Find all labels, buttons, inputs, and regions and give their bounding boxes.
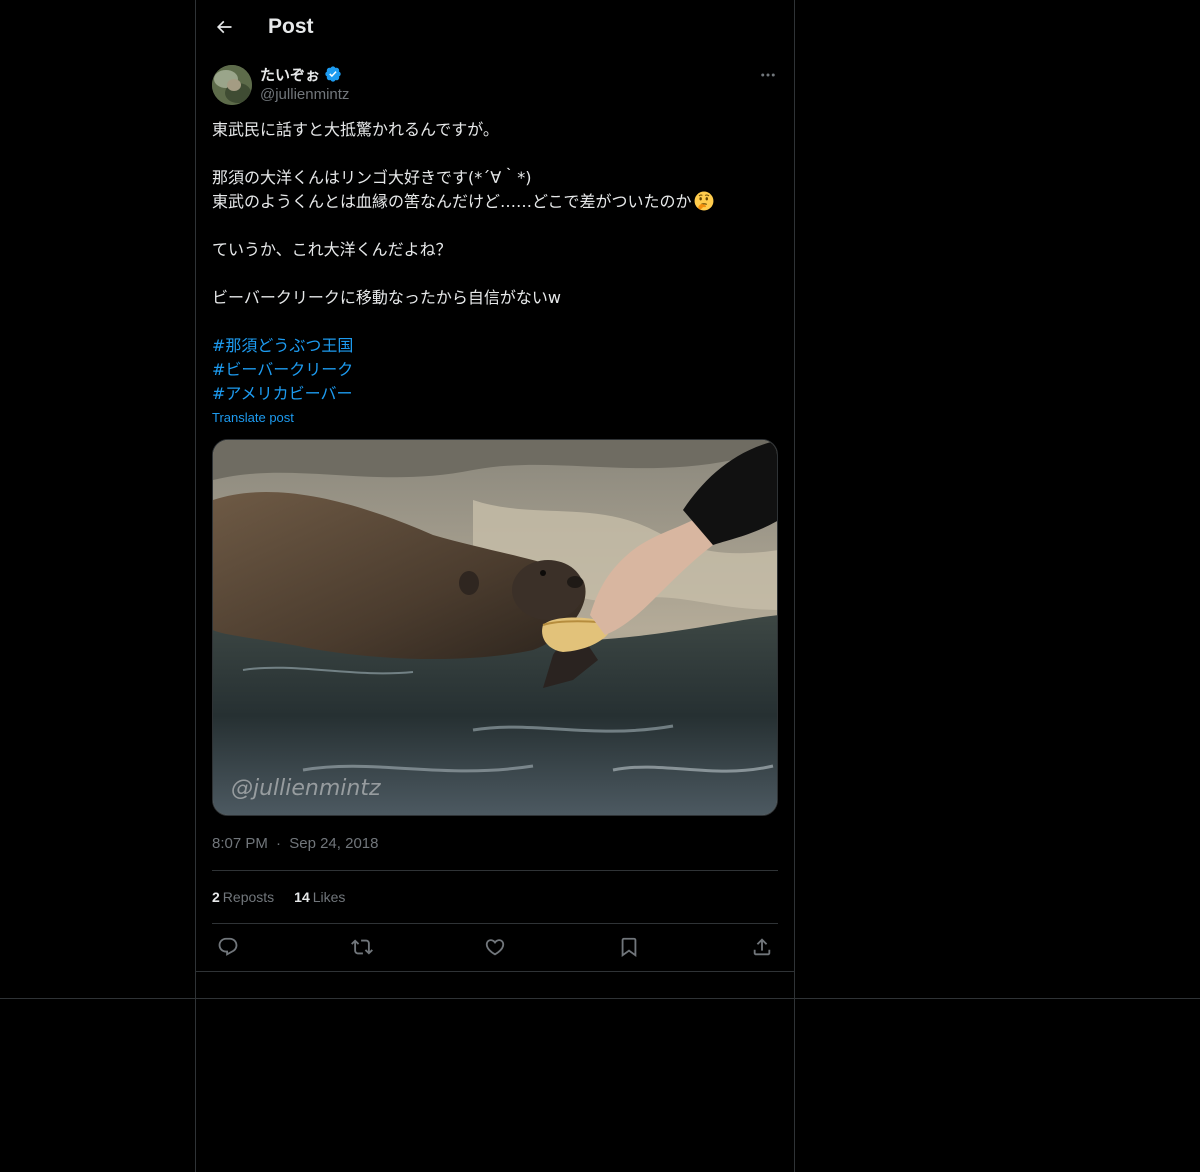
likes-label: Likes: [312, 889, 346, 905]
likes-count: 14: [294, 889, 310, 905]
engagement-stats: 2 Reposts 14 Likes: [212, 887, 345, 907]
beaver-photo: [213, 440, 777, 815]
hashtag-american-beaver[interactable]: #アメリカビーバー: [212, 384, 352, 403]
hashtag-beaver-creek[interactable]: #ビーバークリーク: [212, 360, 353, 379]
repost-button[interactable]: [346, 931, 378, 963]
display-name-row: たいぞぉ: [260, 63, 349, 85]
reposts-label: Reposts: [222, 889, 275, 905]
arrow-left-icon: [216, 20, 232, 34]
post-media[interactable]: @jullienmintz: [212, 439, 778, 816]
share-button[interactable]: [746, 931, 778, 963]
post-line-text: 東武のようくんとは血縁の筈なんだけど……どこで差がついたのか: [212, 192, 692, 211]
author-block: たいぞぉ @jullienmintz: [260, 63, 349, 105]
repost-icon: [350, 939, 373, 955]
share-icon: [753, 938, 771, 956]
lower-divider: [0, 998, 1200, 999]
post-text: 東武民に話すと大抵驚かれるんですが。 那須の大洋くんはリンゴ大好きです(*´∀｀…: [212, 118, 778, 406]
back-button[interactable]: [208, 11, 240, 43]
action-bar: [212, 931, 778, 963]
reposts-count: 2: [212, 889, 220, 905]
hashtag-nasu[interactable]: #那須どうぶつ王国: [212, 336, 353, 355]
more-options-button[interactable]: [752, 64, 784, 86]
page-header: Post: [196, 0, 794, 54]
verified-badge-icon[interactable]: [324, 65, 342, 83]
post-line: 東武民に話すと大抵驚かれるんですが。: [212, 120, 499, 139]
post-column: Post たいぞぉ @jullienmintz 東武民に話すと大抵驚かれるんです…: [196, 0, 794, 972]
timestamp-separator: ·: [276, 835, 282, 852]
likes-stat[interactable]: 14 Likes: [294, 887, 345, 907]
more-horizontal-icon: [761, 73, 775, 77]
post-line: ていうか、これ大洋くんだよね？: [212, 240, 452, 259]
stats-top-divider: [212, 870, 778, 871]
media-watermark: @jullienmintz: [231, 776, 381, 801]
avatar-image: [212, 65, 252, 105]
right-column-border: [794, 0, 795, 1172]
thinking-face-icon: [694, 191, 713, 211]
hashtag-link[interactable]: #那須どうぶつ王国: [212, 334, 778, 358]
like-icon: [485, 939, 505, 956]
post-line: ビーバークリークに移動なったから自信がないw: [212, 288, 561, 307]
bookmark-icon: [621, 937, 636, 958]
translate-post-link[interactable]: Translate post: [212, 410, 294, 425]
reply-icon: [218, 937, 238, 956]
hashtag-link[interactable]: #アメリカビーバー: [212, 382, 778, 406]
post-date[interactable]: Sep 24, 2018: [289, 835, 378, 852]
like-button[interactable]: [479, 931, 511, 963]
hashtag-link[interactable]: #ビーバークリーク: [212, 358, 778, 382]
post-line: 那須の大洋くんはリンゴ大好きです(*´∀｀*): [212, 168, 532, 187]
page-title: Post: [268, 15, 314, 38]
post-timestamp[interactable]: 8:07 PM · Sep 24, 2018: [212, 834, 378, 854]
post-time[interactable]: 8:07 PM: [212, 835, 268, 852]
reply-button[interactable]: [212, 931, 244, 963]
user-handle[interactable]: @jullienmintz: [260, 85, 349, 105]
post-line: 東武のようくんとは血縁の筈なんだけど……どこで差がついたのか: [212, 190, 778, 214]
actions-top-divider: [212, 923, 778, 924]
reposts-stat[interactable]: 2 Reposts: [212, 887, 274, 907]
display-name[interactable]: たいぞぉ: [260, 64, 320, 85]
bookmark-button[interactable]: [613, 931, 645, 963]
avatar[interactable]: [212, 65, 252, 105]
